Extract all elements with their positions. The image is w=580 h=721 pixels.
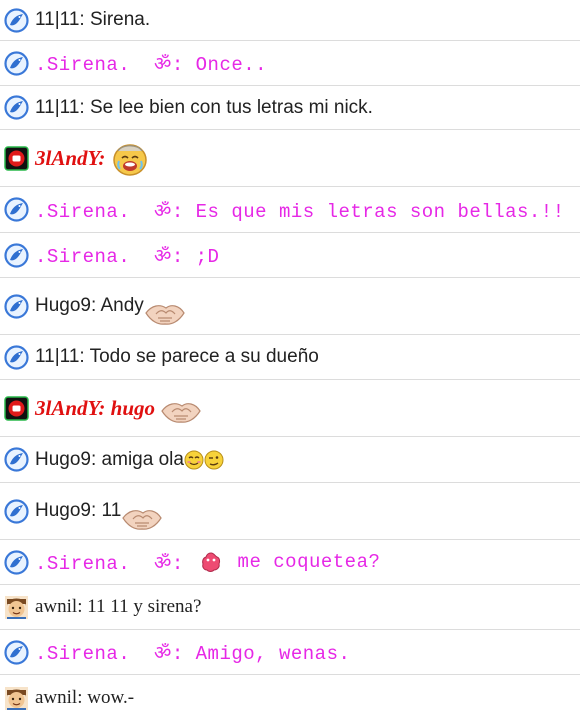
handshake-emoji [160,397,202,427]
message-text: awnil: wow.- [35,687,135,708]
message-text: 3lAndY: hugo [35,395,156,420]
handshake-emoji [121,504,163,534]
chat-message: 11|11: Todo se parece a su dueño [0,335,580,380]
handshake-emoji [144,299,186,329]
dolphin-icon [4,242,29,268]
chat-log: 11|11: Sirena. .Sirena. ॐ: Once.. 11|11:… [0,0,580,721]
dolphin-icon [4,447,29,472]
chat-message: .Sirena. ॐ: Es que mis letras son bellas… [0,187,580,233]
message-text: .Sirena. ॐ: Once.. [35,54,268,76]
message-text-after: me coquetea? [225,551,381,573]
message-text: 11|11: Se lee bien con tus letras mi nic… [35,96,373,118]
message-text: Hugo9: Andy [35,295,144,316]
chat-message: 3lAndY: [0,130,580,187]
chat-message: awnil: wow.- [0,675,580,721]
chat-message: 11|11: Se lee bien con tus letras mi nic… [0,86,580,130]
dolphin-icon [4,293,29,319]
dolphin-icon [4,498,29,524]
chat-message: 11|11: Sirena. [0,0,580,41]
chat-message: .Sirena. ॐ: me coquetea? [0,540,580,585]
dolphin-icon [4,639,29,665]
dolphin-icon [4,549,29,575]
message-text: Hugo9: 11 [35,500,122,521]
message-text: awnil: 11 11 y sirena? [35,596,202,617]
chat-message: .Sirena. ॐ: Once.. [0,41,580,86]
message-text: .Sirena. ॐ: [35,553,196,575]
message-text: .Sirena. ॐ: Amigo, wenas. [35,643,351,665]
dolphin-icon [4,95,29,120]
crying-laughing-emoji [111,139,149,177]
message-text: .Sirena. ॐ: ;D [35,246,220,268]
dolphin-icon [4,344,29,370]
chat-message: .Sirena. ॐ: ;D [0,233,580,278]
chat-message: Hugo9: 11 [0,483,580,540]
dolphin-icon [4,50,29,76]
chat-message: Hugo9: Andy [0,278,580,335]
chat-message: awnil: 11 11 y sirena? [0,585,580,630]
message-text: 11|11: Todo se parece a su dueño [35,346,319,367]
red-square-icon [4,395,29,421]
message-text: 11|11: Sirena. [35,9,151,30]
message-text: 3lAndY: [35,145,106,170]
red-square-icon [4,145,29,171]
face-avatar-icon [4,595,29,620]
message-text: Hugo9: amiga ola [35,448,184,470]
message-text: .Sirena. ॐ: Es que mis letras son bellas… [35,200,565,223]
chat-message: 3lAndY: hugo [0,380,580,437]
face-avatar-icon [4,686,29,711]
chat-message: Hugo9: amiga ola [0,437,580,483]
pink-blob-emoji [200,551,222,573]
chat-message: .Sirena. ॐ: Amigo, wenas. [0,630,580,675]
dolphin-icon [4,7,29,33]
dolphin-icon [4,197,29,222]
blushing-and-winking-emoji [184,449,224,471]
